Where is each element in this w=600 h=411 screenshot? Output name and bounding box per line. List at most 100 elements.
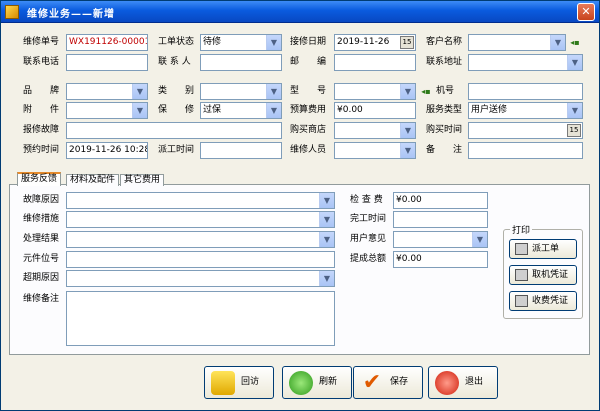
status-value: 待修 [203, 37, 222, 47]
print-receipt-button[interactable]: 收费凭证 [509, 291, 577, 311]
fault-label: 报修故障 [23, 125, 60, 135]
chevron-down-icon[interactable]: ▼ [567, 55, 582, 70]
phone-field[interactable] [66, 54, 148, 71]
title-bar: 维修业务——新增 ✕ [1, 1, 599, 23]
print-receipt-label: 收费凭证 [532, 296, 569, 306]
staff-select[interactable]: ▼ [334, 142, 416, 159]
shop-select[interactable]: ▼ [334, 122, 416, 139]
chevron-down-icon[interactable]: ▼ [319, 193, 334, 208]
finish-field[interactable] [393, 211, 488, 228]
overdue-select[interactable]: ▼ [66, 270, 335, 287]
measure-select[interactable]: ▼ [66, 211, 335, 228]
tab-other-fees[interactable]: 其它费用 [120, 174, 165, 186]
part-field[interactable] [66, 251, 335, 268]
zip-field[interactable] [334, 54, 416, 71]
tab-materials[interactable]: 材料及配件 [66, 174, 120, 186]
chevron-down-icon[interactable]: ▼ [567, 103, 582, 118]
printer-icon [515, 269, 528, 281]
date-label: 接修日期 [290, 37, 327, 47]
warranty-select[interactable]: 过保 ▼ [200, 102, 282, 119]
app-icon [5, 5, 19, 19]
exit-icon [435, 371, 459, 395]
refresh-icon [289, 371, 313, 395]
print-dispatch-button[interactable]: 派工单 [509, 239, 577, 259]
close-icon: ✕ [581, 5, 591, 18]
customer-select[interactable]: ▼ [468, 34, 566, 51]
status-select[interactable]: 待修 ▼ [200, 34, 282, 51]
check-fee-label: 检 查 费 [350, 195, 383, 205]
chevron-down-icon[interactable]: ▼ [472, 232, 487, 247]
note-textarea[interactable] [66, 291, 335, 346]
budget-field[interactable]: ¥0.00 [334, 102, 416, 119]
fault-field[interactable] [66, 122, 282, 139]
contact-field[interactable] [200, 54, 282, 71]
chevron-down-icon[interactable]: ▼ [400, 84, 415, 99]
repair-no-field[interactable]: WX191126-00001 [66, 34, 148, 51]
opinion-label: 用户意见 [350, 234, 387, 244]
chevron-down-icon[interactable]: ▼ [550, 35, 565, 50]
dispatch-field[interactable] [200, 142, 282, 159]
accessory-select[interactable]: ▼ [66, 102, 148, 119]
address-select[interactable]: ▼ [468, 54, 583, 71]
date-value: 2019-11-26 [337, 37, 390, 47]
tab-feedback[interactable]: 服务反馈 [17, 172, 62, 186]
zip-label: 邮 编 [290, 57, 327, 67]
staff-label: 维修人员 [290, 145, 327, 155]
exit-button[interactable]: 退出 [428, 366, 498, 399]
customer-label: 客户名称 [426, 37, 463, 47]
serial-field[interactable] [468, 83, 583, 100]
phone-label: 联系电话 [23, 57, 60, 67]
print-group-title: 打印 [510, 223, 533, 236]
note-label: 维修备注 [23, 294, 60, 304]
refresh-button[interactable]: 刷新 [282, 366, 352, 399]
visit-label: 回访 [241, 377, 260, 387]
service-select[interactable]: 用户送修 ▼ [468, 102, 583, 119]
result-select[interactable]: ▼ [66, 231, 335, 248]
calendar-icon[interactable]: 15 [400, 36, 414, 49]
save-label: 保存 [390, 377, 409, 387]
result-label: 处理结果 [23, 234, 60, 244]
chevron-down-icon[interactable]: ▼ [132, 103, 147, 118]
part-label: 元件位号 [23, 254, 60, 264]
customer-lookup-icon[interactable]: ◂▪ [568, 38, 582, 48]
print-pickup-button[interactable]: 取机凭证 [509, 265, 577, 285]
chevron-down-icon[interactable]: ▼ [400, 123, 415, 138]
fault-reason-label: 故障原因 [23, 195, 60, 205]
finish-label: 完工时间 [350, 214, 387, 224]
check-fee-field[interactable]: ¥0.00 [393, 192, 488, 209]
visit-icon [211, 371, 235, 395]
category-select[interactable]: ▼ [200, 83, 282, 100]
brand-select[interactable]: ▼ [66, 83, 148, 100]
address-label: 联系地址 [426, 57, 463, 67]
date-field[interactable]: 2019-11-26 15 [334, 34, 416, 51]
appoint-field[interactable]: 2019-11-26 10:28 [66, 142, 148, 159]
calendar-icon[interactable]: 15 [567, 124, 581, 137]
appoint-label: 预约时间 [23, 145, 60, 155]
chevron-down-icon[interactable]: ▼ [266, 84, 281, 99]
chevron-down-icon[interactable]: ▼ [400, 143, 415, 158]
save-button[interactable]: ✔ 保存 [353, 366, 423, 399]
brand-label: 品 牌 [23, 86, 60, 96]
serial-label: 机号 [436, 86, 455, 96]
window: 维修业务——新增 ✕ 维修单号 WX191126-00001 工单状态 待修 ▼ … [0, 0, 600, 411]
commission-field[interactable]: ¥0.00 [393, 251, 488, 268]
model-select[interactable]: ▼ [334, 83, 416, 100]
chevron-down-icon[interactable]: ▼ [266, 103, 281, 118]
print-pickup-label: 取机凭证 [532, 270, 569, 280]
chevron-down-icon[interactable]: ▼ [266, 35, 281, 50]
print-dispatch-label: 派工单 [532, 244, 560, 254]
budget-label: 预算费用 [290, 105, 327, 115]
chevron-down-icon[interactable]: ▼ [319, 271, 334, 286]
model-lookup-icon[interactable]: ◂▪ [419, 87, 433, 97]
remark-field[interactable] [468, 142, 583, 159]
chevron-down-icon[interactable]: ▼ [319, 212, 334, 227]
contact-label: 联 系 人 [158, 57, 191, 67]
buy-time-field[interactable]: 15 [468, 122, 583, 139]
chevron-down-icon[interactable]: ▼ [132, 84, 147, 99]
close-button[interactable]: ✕ [577, 3, 595, 21]
chevron-down-icon[interactable]: ▼ [319, 232, 334, 247]
printer-icon [515, 295, 528, 307]
fault-reason-select[interactable]: ▼ [66, 192, 335, 209]
visit-button[interactable]: 回访 [204, 366, 274, 399]
opinion-select[interactable]: ▼ [393, 231, 488, 248]
